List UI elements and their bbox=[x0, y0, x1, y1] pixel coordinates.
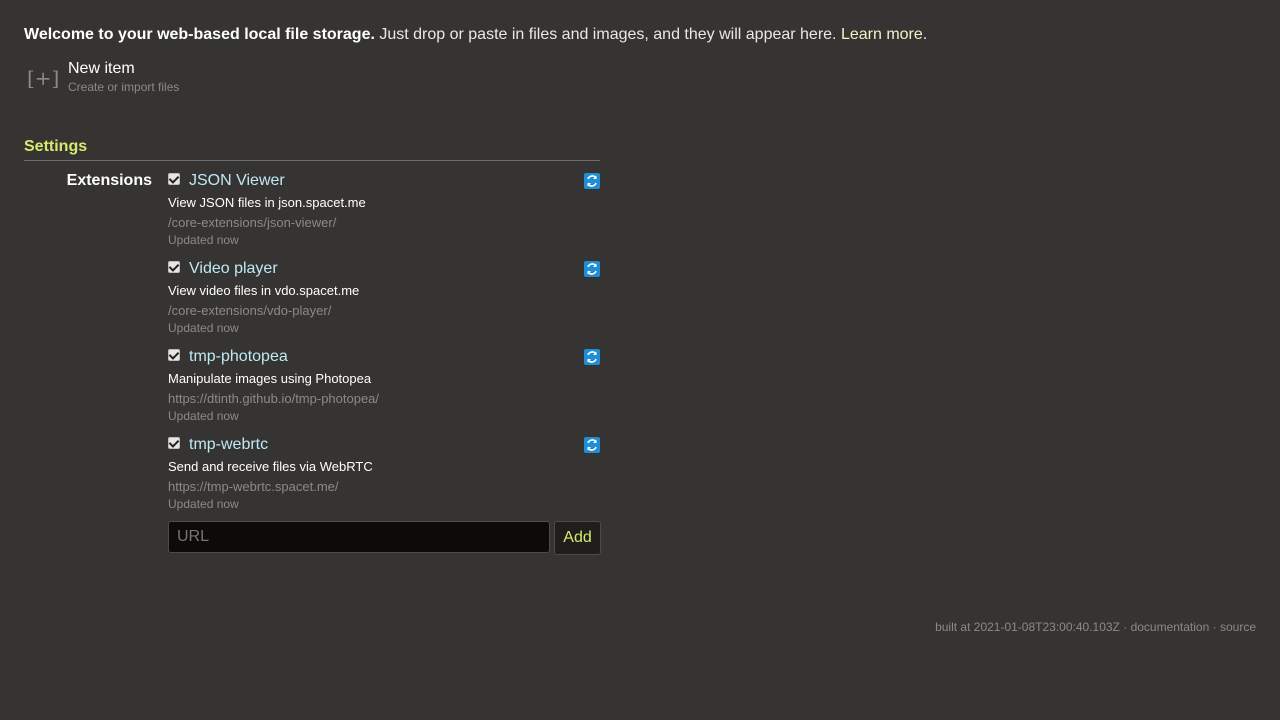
extension-url-input[interactable] bbox=[168, 521, 550, 553]
footer-separator: · bbox=[1119, 620, 1131, 634]
add-extension-button[interactable]: Add bbox=[554, 521, 601, 555]
documentation-link[interactable]: documentation bbox=[1131, 620, 1210, 634]
new-item-subtitle: Create or import files bbox=[68, 80, 180, 94]
page: Welcome to your web-based local file sto… bbox=[0, 0, 1280, 720]
new-item-title: New item bbox=[68, 60, 135, 77]
extension-updated: Updated now bbox=[168, 233, 239, 247]
extension-description: Send and receive files via WebRTC bbox=[168, 459, 373, 474]
build-timestamp: built at 2021-01-08T23:00:40.103Z bbox=[935, 620, 1120, 634]
extension-description: View video files in vdo.spacet.me bbox=[168, 283, 360, 298]
extension-description: View JSON files in json.spacet.me bbox=[168, 195, 366, 210]
welcome-text: Just drop or paste in files and images, … bbox=[374, 26, 841, 43]
extension-enabled-checkbox[interactable] bbox=[168, 349, 180, 361]
extension-updated: Updated now bbox=[168, 409, 239, 423]
extension-enabled-checkbox[interactable] bbox=[168, 173, 180, 185]
extension-name-link[interactable]: JSON Viewer bbox=[189, 171, 285, 191]
extension-url: /core-extensions/json-viewer/ bbox=[168, 215, 337, 230]
extension-name-link[interactable]: tmp-photopea bbox=[189, 347, 288, 367]
extension-url: /core-extensions/vdo-player/ bbox=[168, 303, 332, 318]
refresh-icon[interactable] bbox=[584, 437, 600, 453]
welcome-bold: Welcome to your web-based local file sto… bbox=[24, 26, 375, 43]
extension-enabled-checkbox[interactable] bbox=[168, 437, 180, 449]
extension-url: https://tmp-webrtc.spacet.me/ bbox=[168, 479, 339, 494]
new-item-titles: New item Create or import files bbox=[68, 58, 179, 94]
welcome-period: . bbox=[922, 26, 928, 43]
extension-item: JSON Viewer View JSON files in json.spac… bbox=[168, 171, 600, 259]
extension-item: tmp-webrtc Send and receive files via We… bbox=[168, 435, 600, 523]
settings-heading: Settings bbox=[24, 137, 600, 161]
extension-url: https://dtinth.github.io/tmp-photopea/ bbox=[168, 391, 380, 406]
extension-name-link[interactable]: tmp-webrtc bbox=[189, 435, 268, 455]
extension-item: tmp-photopea Manipulate images using Pho… bbox=[168, 347, 600, 435]
welcome-message: Welcome to your web-based local file sto… bbox=[24, 25, 927, 45]
extensions-label: Extensions bbox=[66, 172, 152, 189]
extension-item: Video player View video files in vdo.spa… bbox=[168, 259, 600, 347]
extension-enabled-checkbox[interactable] bbox=[168, 261, 180, 273]
learn-more-link[interactable]: Learn more bbox=[841, 26, 923, 43]
extension-name-link[interactable]: Video player bbox=[189, 259, 278, 279]
refresh-icon[interactable] bbox=[584, 349, 600, 365]
add-extension-row: Add bbox=[168, 521, 601, 555]
refresh-icon[interactable] bbox=[584, 261, 600, 277]
footer-separator: · bbox=[1209, 620, 1220, 634]
new-item-plus-icon: [+] bbox=[27, 66, 60, 90]
new-item-button[interactable]: [+] New item Create or import files bbox=[24, 58, 179, 98]
extensions-list: JSON Viewer View JSON files in json.spac… bbox=[168, 171, 600, 523]
source-link[interactable]: source bbox=[1220, 620, 1256, 634]
extension-description: Manipulate images using Photopea bbox=[168, 371, 372, 386]
extension-updated: Updated now bbox=[168, 321, 239, 335]
footer: built at 2021-01-08T23:00:40.103Z · docu… bbox=[935, 620, 1256, 634]
extension-updated: Updated now bbox=[168, 497, 239, 511]
refresh-icon[interactable] bbox=[584, 173, 600, 189]
